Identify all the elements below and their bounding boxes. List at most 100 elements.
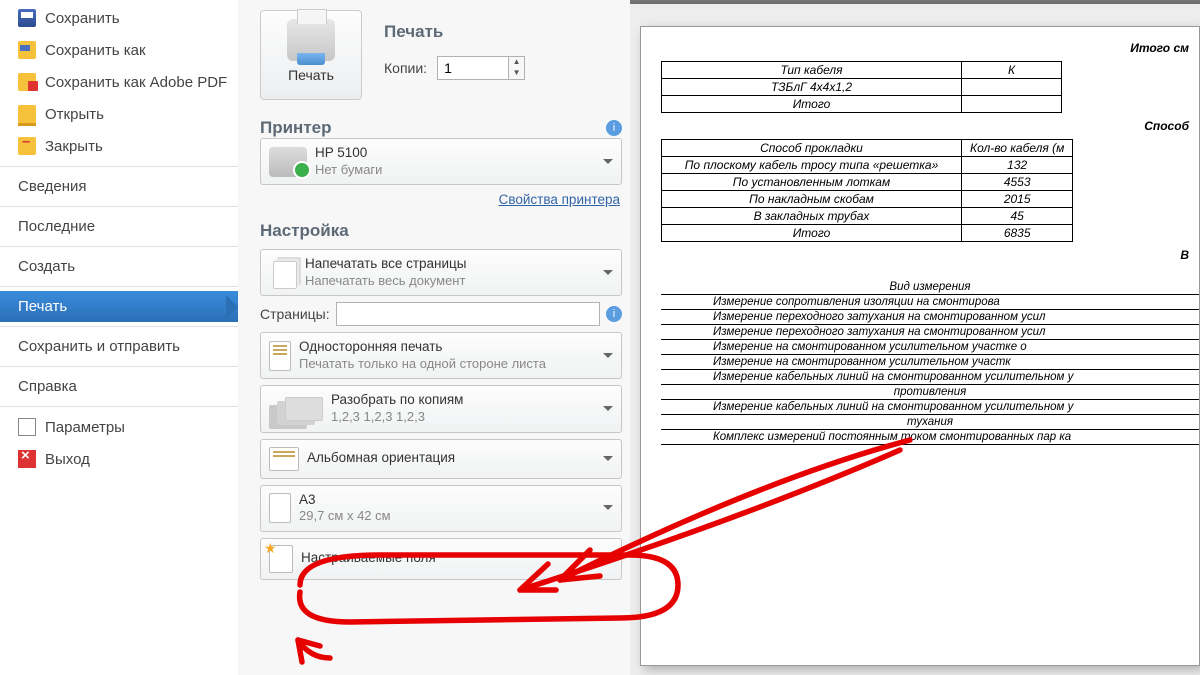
menu-label: Справка [18,378,77,395]
printer-status: Нет бумаги [315,162,382,178]
menu-exit[interactable]: Выход [0,443,238,475]
line: Комплекс измерений постоянным током смон… [661,429,1199,444]
line: Вид измерения [661,280,1199,294]
line: Измерение сопротивления изоляции на смон… [661,294,1199,309]
chevron-down-icon [603,159,613,169]
th: К [962,62,1062,79]
exit-icon [18,450,36,468]
menu-info[interactable]: Сведения [0,171,238,202]
td [962,79,1062,96]
copies-input[interactable] [437,56,509,80]
td: По плоскому кабель тросу типа «решетка» [662,157,962,174]
save-as-icon [18,41,36,59]
landscape-icon [269,447,299,471]
copies-label: Копии: [384,60,427,76]
chevron-down-icon [603,353,613,363]
settings-heading: Настройка [260,221,622,241]
print-preview-area: Итого см Тип кабеляК ТЗБлГ 4х4х1,2 Итого… [630,0,1200,675]
menu-label: Сохранить как Adobe PDF [45,74,227,91]
line: Измерение на смонтированном усилительном… [661,354,1199,369]
close-icon [18,137,36,155]
line [661,444,1199,459]
menu-label: Печать [18,298,67,315]
printer-selector[interactable]: HP 5100 Нет бумаги [260,138,622,185]
doc-heading: В [661,248,1199,262]
line: Измерение кабельных линий на смонтирован… [661,369,1199,384]
open-icon [18,105,36,123]
menu-label: Сохранить как [45,42,146,59]
spinner-down-icon[interactable]: ▼ [509,68,524,79]
copies-spinner[interactable]: ▲▼ [437,56,525,80]
preview-table-2: Способ прокладкиКол-во кабеля (м По плос… [661,139,1073,242]
menu-help[interactable]: Справка [0,371,238,402]
dd-title: Односторонняя печать [299,339,546,356]
menu-label: Параметры [45,419,125,436]
paper-icon [269,493,291,523]
printer-heading: Принтер [260,118,332,138]
menu-label: Закрыть [45,138,103,155]
th: Тип кабеля [662,62,962,79]
pages-icon [273,261,297,289]
info-icon[interactable]: i [606,306,622,322]
menu-save-send[interactable]: Сохранить и отправить [0,331,238,362]
print-range-dropdown[interactable]: Напечатать все страницыНапечатать весь д… [260,249,622,296]
margins-icon [269,545,293,573]
sides-dropdown[interactable]: Односторонняя печатьПечатать только на о… [260,332,622,379]
info-icon[interactable]: i [606,120,622,136]
separator [0,166,238,167]
td: По установленным лоткам [662,174,962,191]
print-heading: Печать [384,22,525,42]
chevron-down-icon [603,270,613,280]
line: тухания [661,414,1199,429]
td: Итого [662,225,962,242]
menu-recent[interactable]: Последние [0,211,238,242]
menu-save-as[interactable]: Сохранить как [0,34,238,66]
dd-title: Напечатать все страницы [305,256,467,273]
dd-sub: 29,7 см x 42 см [299,508,391,524]
printer-big-icon [287,19,335,61]
dd-title: Альбомная ориентация [307,450,455,467]
menu-new[interactable]: Создать [0,251,238,282]
chevron-down-icon [603,406,613,416]
print-settings-panel: Печать Печать Копии: ▲▼ Принтер i HP 510… [238,0,630,675]
options-icon [18,418,36,436]
doc-heading: Итого см [661,41,1199,55]
dd-title: A3 [299,492,391,509]
separator [0,206,238,207]
menu-label: Выход [45,451,90,468]
td: 4553 [962,174,1073,191]
menu-open[interactable]: Открыть [0,98,238,130]
print-button[interactable]: Печать [260,10,362,100]
dd-title: Разобрать по копиям [331,392,463,409]
margins-dropdown[interactable]: Настраиваемые поля [260,538,622,580]
menu-save-as-pdf[interactable]: Сохранить как Adobe PDF [0,66,238,98]
pages-input[interactable] [336,302,600,326]
td [962,96,1062,113]
td: 6835 [962,225,1073,242]
preview-table-1: Тип кабеляК ТЗБлГ 4х4х1,2 Итого [661,61,1062,113]
line: Измерение кабельных линий на смонтирован… [661,399,1199,414]
menu-close[interactable]: Закрыть [0,130,238,162]
separator [0,286,238,287]
printer-name: HP 5100 [315,145,382,162]
paper-size-dropdown[interactable]: A329,7 см x 42 см [260,485,622,532]
separator [0,326,238,327]
doc-heading: Способ [661,119,1199,133]
menu-options[interactable]: Параметры [0,411,238,443]
dd-sub: Напечатать весь документ [305,273,467,289]
pages-label: Страницы: [260,306,330,322]
menu-save[interactable]: Сохранить [0,2,238,34]
spinner-up-icon[interactable]: ▲ [509,57,524,68]
line: Измерение переходного затухания на смонт… [661,309,1199,324]
dd-sub: 1,2,3 1,2,3 1,2,3 [331,409,463,425]
printer-icon [269,147,307,177]
orientation-dropdown[interactable]: Альбомная ориентация [260,439,622,479]
printer-properties-link[interactable]: Свойства принтера [499,192,620,207]
preview-page: Итого см Тип кабеляК ТЗБлГ 4х4х1,2 Итого… [640,26,1200,666]
menu-print[interactable]: Печать [0,291,238,322]
save-icon [18,9,36,27]
td: 45 [962,208,1073,225]
td: Итого [662,96,962,113]
separator [0,366,238,367]
collate-dropdown[interactable]: Разобрать по копиям1,2,3 1,2,3 1,2,3 [260,385,622,432]
